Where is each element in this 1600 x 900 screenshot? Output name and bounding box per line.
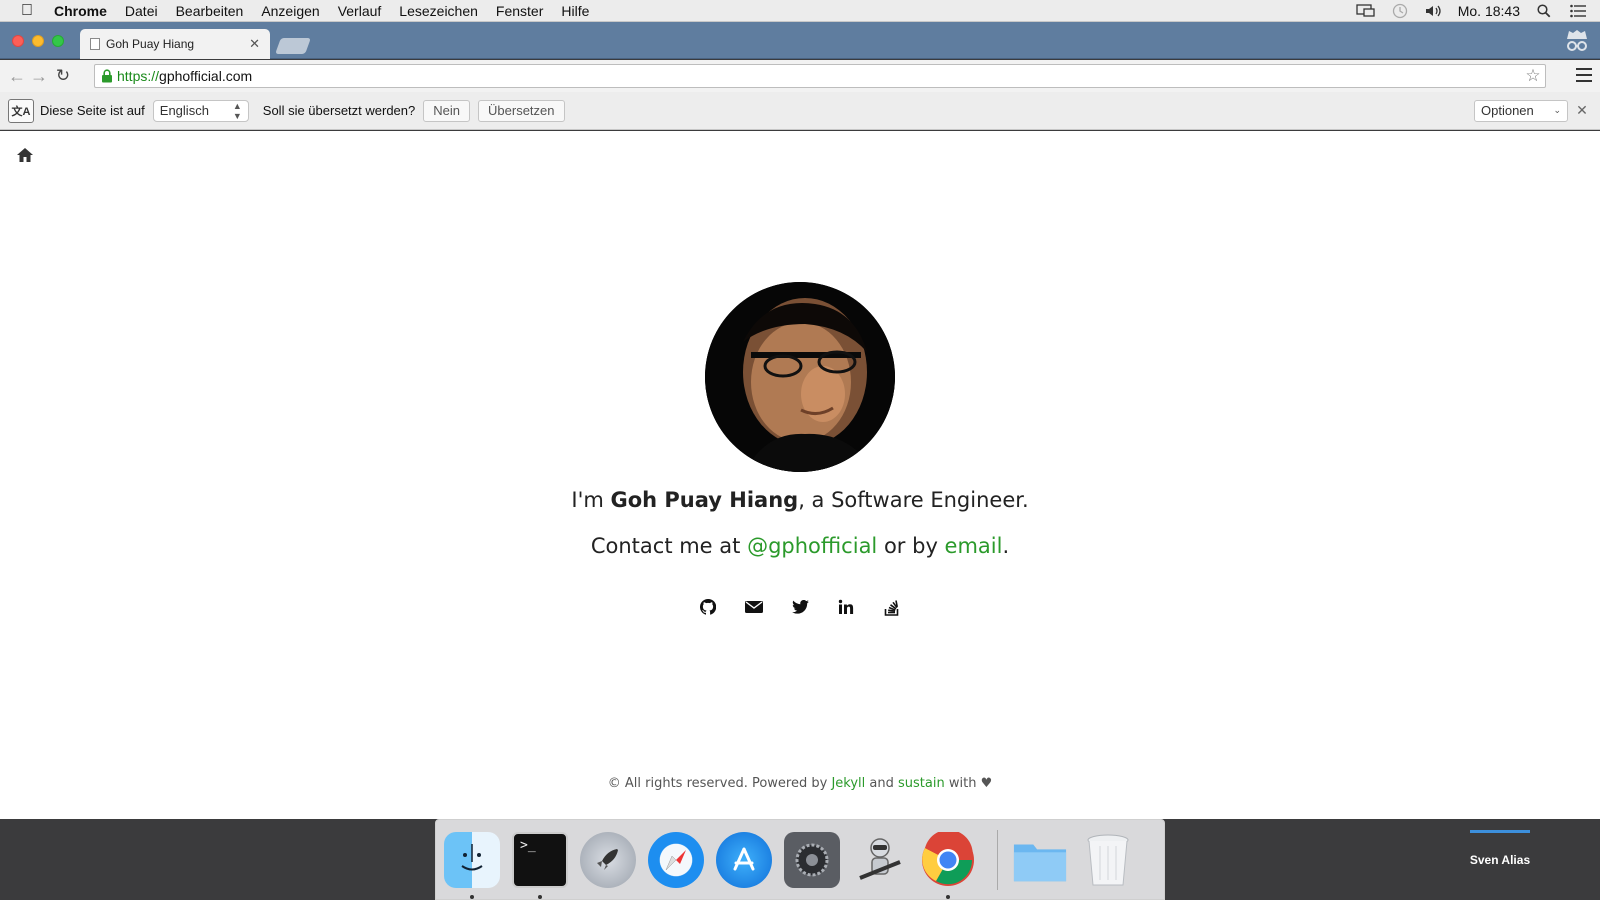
footer-with: with: [944, 776, 981, 791]
web-page: I'm Goh Puay Hiang, a Software Engineer.…: [0, 131, 1600, 819]
stackoverflow-icon[interactable]: [883, 598, 901, 616]
page-icon: [90, 38, 100, 50]
window-close-button[interactable]: [12, 35, 24, 47]
footer: © All rights reserved. Powered by Jekyll…: [0, 776, 1600, 791]
dock-separator: [997, 830, 998, 890]
clock[interactable]: Mo. 18:43: [1458, 3, 1520, 19]
alias-label: Sven Alias: [1469, 853, 1531, 867]
forward-arrow-icon[interactable]: →: [28, 65, 50, 87]
launchpad-icon[interactable]: [580, 832, 636, 888]
translate-button[interactable]: Übersetzen: [478, 99, 565, 122]
home-icon[interactable]: [16, 147, 34, 163]
time-machine-icon[interactable]: [1390, 3, 1410, 19]
finder-icon[interactable]: [444, 832, 500, 888]
person-name: Goh Puay Hiang: [610, 488, 799, 512]
contact-suffix: .: [1002, 534, 1010, 558]
terminal-icon[interactable]: >_: [512, 832, 568, 888]
bookmark-star-icon[interactable]: ☆: [1521, 66, 1545, 86]
running-indicator: [538, 895, 542, 899]
intro-suffix: , a Software Engineer.: [798, 488, 1029, 512]
jekyll-link[interactable]: Jekyll: [831, 776, 865, 791]
footer-prefix: © All rights reserved. Powered by: [607, 776, 832, 791]
trash-icon[interactable]: [1080, 832, 1136, 888]
automator-icon[interactable]: [852, 832, 908, 888]
sustain-link[interactable]: sustain: [898, 776, 945, 791]
address-bar[interactable]: https:// gphofficial.com ☆: [94, 64, 1546, 88]
envelope-icon[interactable]: [745, 598, 763, 616]
options-label: Optionen: [1481, 103, 1534, 118]
tab-strip: Goh Puay Hiang ✕: [0, 22, 1600, 59]
close-icon[interactable]: ✕: [1568, 102, 1596, 119]
back-arrow-icon[interactable]: ←: [6, 65, 28, 87]
app-store-icon[interactable]: [716, 832, 772, 888]
safari-icon[interactable]: [648, 832, 704, 888]
tab-close-icon[interactable]: ✕: [249, 36, 260, 52]
chevron-down-icon: ⌄: [1553, 105, 1561, 115]
chrome-icon[interactable]: [920, 832, 976, 888]
folder-icon[interactable]: [1012, 832, 1068, 888]
menu-fenster[interactable]: Fenster: [487, 3, 552, 19]
terminal-prompt-icon: >_: [520, 838, 536, 853]
menu-bearbeiten[interactable]: Bearbeiten: [167, 3, 253, 19]
heart-icon: ♥: [980, 776, 993, 791]
translate-question: Soll sie übersetzt werden?: [262, 103, 416, 118]
contact-middle: or by: [877, 534, 945, 558]
url-scheme: https://: [117, 68, 160, 84]
spotlight-icon[interactable]: [1534, 3, 1554, 19]
select-arrows-icon: ▲ ▼: [232, 100, 242, 121]
apple-menu-icon[interactable]: : [0, 2, 54, 20]
running-indicator: [946, 895, 950, 899]
window-zoom-button[interactable]: [52, 35, 64, 47]
url-host: gphofficial.com: [159, 68, 253, 84]
contact-text: Contact me at @gphofficial or by email.: [0, 534, 1600, 558]
volume-icon[interactable]: [1424, 3, 1444, 19]
dock: >_: [435, 819, 1165, 900]
lock-icon[interactable]: [97, 69, 117, 83]
linkedin-icon[interactable]: [837, 598, 855, 616]
no-button[interactable]: Nein: [423, 99, 471, 122]
menu-anzeigen[interactable]: Anzeigen: [252, 3, 328, 19]
menu-lesezeichen[interactable]: Lesezeichen: [390, 3, 487, 19]
system-preferences-icon[interactable]: [784, 832, 840, 888]
desktop-alias[interactable]: Sven Alias: [1440, 830, 1560, 867]
menu-datei[interactable]: Datei: [116, 3, 167, 19]
tab-active[interactable]: Goh Puay Hiang ✕: [80, 29, 270, 59]
contact-prefix: Contact me at: [590, 534, 748, 558]
alias-icon: [1470, 830, 1530, 833]
menu-hilfe[interactable]: Hilfe: [552, 3, 598, 19]
reload-icon[interactable]: ↻: [52, 65, 74, 87]
browser-toolbar: ← → ↻ https:// gphofficial.com ☆: [0, 60, 1600, 92]
notification-center-icon[interactable]: [1568, 3, 1588, 19]
incognito-icon: [1562, 26, 1592, 56]
options-dropdown[interactable]: Optionen ⌄: [1474, 99, 1568, 122]
running-indicator: [470, 895, 474, 899]
display-icon[interactable]: [1356, 3, 1376, 19]
email-link[interactable]: email: [945, 534, 1003, 558]
chrome-menu-icon[interactable]: [1576, 68, 1592, 82]
menu-verlauf[interactable]: Verlauf: [329, 3, 391, 19]
translate-icon: 文A: [8, 98, 34, 123]
menu-bar:  Chrome Datei Bearbeiten Anzeigen Verla…: [0, 0, 1600, 22]
avatar: [705, 282, 895, 472]
menu-app-chrome[interactable]: Chrome: [54, 3, 116, 19]
github-icon[interactable]: [699, 598, 717, 616]
intro-text: I'm Goh Puay Hiang, a Software Engineer.: [0, 488, 1600, 512]
translate-bar: 文A Diese Seite ist auf Englisch ▲ ▼ Soll …: [0, 92, 1600, 130]
twitter-icon[interactable]: [791, 598, 809, 616]
twitter-handle-link[interactable]: @gphofficial: [747, 534, 877, 558]
footer-and: and: [865, 776, 899, 791]
social-links: [0, 598, 1600, 616]
intro-prefix: I'm: [571, 488, 611, 512]
tab-title: Goh Puay Hiang: [106, 37, 195, 51]
language-select-value: Englisch: [159, 103, 209, 118]
translate-prefix: Diese Seite ist auf: [40, 103, 145, 118]
language-select[interactable]: Englisch ▲ ▼: [152, 99, 249, 122]
new-tab-button[interactable]: [275, 38, 311, 54]
window-minimize-button[interactable]: [32, 35, 44, 47]
